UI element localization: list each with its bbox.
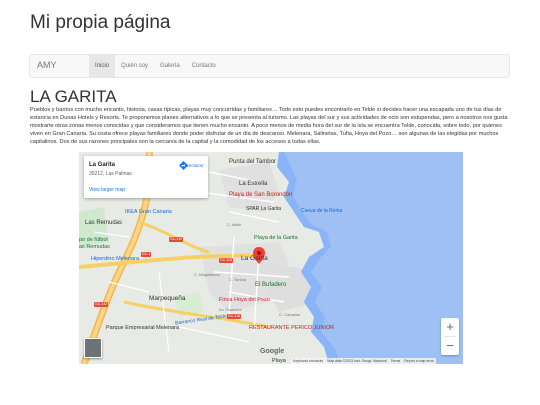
map-label-playa-san-borondon: Playa de San Borondón: [229, 192, 293, 198]
map-label-finca-hoya: Finca Hoya del Pozo: [219, 297, 270, 303]
navbar-brand[interactable]: AMY: [37, 60, 57, 70]
map-label-playa-bottom: Playa: [272, 358, 286, 364]
road-shield-gc100: GC-100: [219, 258, 234, 263]
map-label-restaurante: RESTAURANTE PERICO JUNIOR: [249, 325, 335, 331]
map-label-parque-empresarial: Parque Empresarial Melenara: [106, 325, 180, 331]
map-label-spar: SPAR La Garita: [246, 206, 282, 212]
map-label-cueva-reina: Cueva de la Reina: [301, 208, 343, 214]
road-shield-gc118: GC-118: [227, 314, 241, 319]
google-logo: Google: [260, 348, 285, 355]
site-title: Mi propia página: [30, 12, 171, 33]
directions-button[interactable]: Directions: [179, 161, 207, 170]
keyboard-shortcuts-link[interactable]: Keyboard shortcuts: [291, 358, 325, 364]
street-label-altair: C. Altair: [227, 222, 242, 227]
road-shield-gc110: GC-110: [169, 237, 183, 242]
map-label-ikea: IKEA Gran Canaria: [125, 209, 172, 215]
map-label-punta-tambor: Punta del Tambor: [229, 159, 276, 165]
map-label-marpequena: Marpequeña: [149, 295, 186, 302]
embedded-map[interactable]: Punta del Tambor La Estrella Playa de Sa…: [79, 152, 463, 364]
nav-item-inicio[interactable]: Inicio: [89, 55, 116, 77]
map-info-card: La Garita 35212, Las Palmas View larger …: [84, 156, 208, 198]
place-address: 35212, Las Palmas: [89, 171, 132, 177]
zoom-in-button[interactable]: +: [441, 318, 459, 336]
map-attribution-bar: Keyboard shortcuts Map data ©2023 Inst. …: [291, 358, 436, 364]
view-larger-map-link[interactable]: View larger map: [89, 187, 125, 193]
terms-link[interactable]: Terms: [389, 358, 403, 364]
map-label-la-estrella: La Estrella: [239, 181, 268, 187]
street-label-canarias: C. Canarias: [279, 312, 301, 317]
map-label-la-garita: La Garita: [241, 255, 268, 262]
road-shield-gc142: GC-142: [94, 302, 109, 307]
satellite-toggle-thumbnail[interactable]: [84, 338, 102, 358]
zoom-out-button[interactable]: −: [441, 337, 459, 355]
zoom-controls: + −: [441, 318, 459, 355]
report-map-error-link[interactable]: Report a map error: [402, 358, 436, 364]
map-label-remudas-sub: as Remudas: [79, 244, 110, 250]
navbar: AMY Inicio Quién soy Galería Contacto: [29, 54, 510, 78]
street-label-magallanes: C. Magallanes: [194, 272, 220, 277]
page-heading: LA GARITA: [30, 87, 117, 106]
road-shield-gc1: GC-1: [141, 252, 152, 257]
street-label-tortola: C. Tortola: [229, 277, 247, 282]
place-title: La Garita: [89, 162, 116, 168]
nav-item-quien-soy[interactable]: Quién soy: [115, 55, 154, 77]
intro-paragraph: Pueblos y barrios con mucho encanto, his…: [30, 107, 508, 146]
nav-item-galeria[interactable]: Galería: [154, 55, 186, 77]
map-data-text: Map data ©2023 Inst. Geogr. Nacional: [327, 359, 387, 363]
map-label-playa-garita: Playa de la Garita: [254, 235, 298, 241]
map-label-hiperdino: Hiperdino Melenara: [91, 256, 139, 262]
map-label-las-remudas: Las Remudas: [85, 220, 123, 226]
map-label-campo-futbol: po de fútbol: [79, 237, 108, 243]
street-label-guanche: Av. Guanche: [219, 307, 242, 312]
nav-item-contacto[interactable]: Contacto: [186, 55, 222, 77]
map-label-el-bufadero: El Bufadero: [255, 282, 287, 288]
nav-menu: Inicio Quién soy Galería Contacto: [89, 55, 222, 77]
